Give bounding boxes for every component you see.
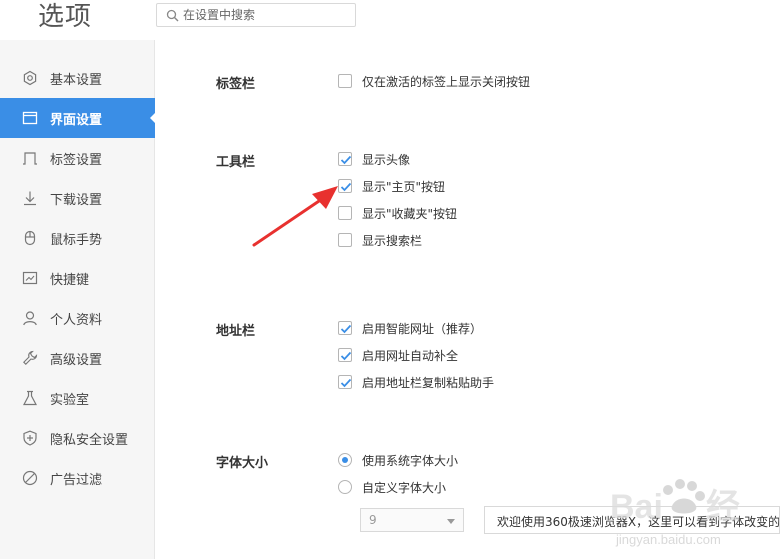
download-icon — [24, 191, 36, 206]
font-size-value: 9 — [369, 513, 377, 527]
sidebar-item-adblock[interactable]: 广告过滤 — [0, 458, 155, 498]
flask-icon — [23, 390, 37, 406]
sidebar-item-lab[interactable]: 实验室 — [0, 378, 155, 418]
section-label-addressbar: 地址栏 — [216, 324, 256, 339]
option-copy-paste-helper[interactable]: 启用地址栏复制粘贴助手 — [338, 373, 494, 391]
sidebar-item-label: 鼠标手势 — [50, 232, 103, 248]
option-custom-font-size[interactable]: 自定义字体大小 — [338, 478, 446, 496]
checkbox-checked[interactable] — [338, 375, 352, 389]
wrench-icon — [23, 350, 38, 365]
sidebar-item-label: 界面设置 — [50, 112, 103, 128]
option-label: 使用系统字体大小 — [362, 453, 459, 468]
option-label: 启用地址栏复制粘贴助手 — [362, 375, 495, 390]
checkbox-checked[interactable] — [338, 152, 352, 166]
check-icon — [340, 378, 352, 388]
option-show-favorites-button[interactable]: 显示"收藏夹"按钮 — [338, 204, 457, 222]
checkbox-checked[interactable] — [338, 348, 352, 362]
sidebar-item-basic[interactable]: 基本设置 — [0, 58, 155, 98]
sidebar-item-tabs[interactable]: 标签设置 — [0, 138, 155, 178]
mouse-icon — [24, 230, 36, 246]
radio-selected[interactable] — [338, 453, 352, 467]
tab-icon — [23, 152, 37, 165]
sidebar-item-label: 广告过滤 — [50, 472, 103, 488]
checkbox-unchecked[interactable] — [338, 206, 352, 220]
option-label: 显示搜索栏 — [362, 233, 423, 248]
sidebar-item-interface[interactable]: 界面设置 — [0, 98, 156, 138]
sidebar-item-shortcuts[interactable]: 快捷键 — [0, 258, 155, 298]
option-system-font-size[interactable]: 使用系统字体大小 — [338, 451, 458, 469]
section-label-tabbar: 标签栏 — [216, 77, 256, 92]
option-show-home-button[interactable]: 显示"主页"按钮 — [338, 177, 445, 195]
sidebar-item-label: 实验室 — [50, 392, 90, 408]
option-label: 显示"主页"按钮 — [362, 179, 446, 194]
sidebar-item-label: 基本设置 — [50, 72, 103, 88]
sidebar-item-label: 高级设置 — [50, 352, 103, 368]
font-preview-text: 欢迎使用360极速浏览器X，这里可以看到字体改变的效 — [497, 515, 780, 529]
page-title: 选项 — [38, 2, 93, 32]
sidebar-item-advanced[interactable]: 高级设置 — [0, 338, 155, 378]
chevron-down-icon — [447, 519, 455, 524]
search-input[interactable] — [183, 6, 351, 24]
check-icon — [340, 182, 352, 192]
font-preview-box: 欢迎使用360极速浏览器X，这里可以看到字体改变的效 — [484, 506, 780, 534]
sidebar-item-profile[interactable]: 个人资料 — [0, 298, 155, 338]
option-show-search-bar[interactable]: 显示搜索栏 — [338, 231, 422, 249]
sidebar-item-download[interactable]: 下载设置 — [0, 178, 155, 218]
option-label: 显示"收藏夹"按钮 — [362, 206, 458, 221]
font-size-select[interactable]: 9 — [360, 508, 464, 532]
settings-content: 标签栏 仅在激活的标签上显示关闭按钮 工具栏 显示头像 显示"主页"按钮 显示"… — [156, 40, 780, 559]
section-label-fontsize: 字体大小 — [216, 456, 269, 471]
gear-icon — [23, 70, 37, 86]
keyboard-icon — [22, 271, 38, 285]
option-label: 显示头像 — [362, 152, 411, 167]
checkbox-unchecked[interactable] — [338, 74, 352, 88]
option-label: 启用网址自动补全 — [362, 348, 459, 363]
sidebar-item-label: 快捷键 — [50, 272, 90, 288]
search-box[interactable] — [156, 3, 356, 27]
option-label: 自定义字体大小 — [362, 480, 447, 495]
sidebar-item-label: 下载设置 — [50, 192, 103, 208]
option-label: 仅在激活的标签上显示关闭按钮 — [362, 74, 531, 89]
check-icon — [340, 324, 352, 334]
block-icon — [22, 470, 38, 486]
checkbox-checked[interactable] — [338, 321, 352, 335]
sidebar-item-privacy[interactable]: 隐私安全设置 — [0, 418, 155, 458]
check-icon — [340, 351, 352, 361]
checkbox-unchecked[interactable] — [338, 233, 352, 247]
check-icon — [340, 155, 352, 165]
option-close-on-active-tab[interactable]: 仅在激活的标签上显示关闭按钮 — [338, 72, 530, 90]
search-icon — [166, 9, 179, 22]
window-icon — [22, 111, 38, 125]
section-label-toolbar: 工具栏 — [216, 155, 256, 170]
shield-icon — [23, 430, 37, 446]
sidebar-item-label: 标签设置 — [50, 152, 103, 168]
radio-unselected[interactable] — [338, 480, 352, 494]
sidebar-item-label: 隐私安全设置 — [50, 432, 129, 448]
user-icon — [23, 311, 37, 326]
option-show-avatar[interactable]: 显示头像 — [338, 150, 410, 168]
option-smart-url[interactable]: 启用智能网址（推荐） — [338, 319, 482, 337]
option-url-autocomplete[interactable]: 启用网址自动补全 — [338, 346, 458, 364]
sidebar-item-mouse-gesture[interactable]: 鼠标手势 — [0, 218, 155, 258]
sidebar: 基本设置 界面设置 标签设置 下载设置 鼠标手势 快捷键 个人资料 高级设置 实… — [0, 40, 156, 559]
sidebar-item-label: 个人资料 — [50, 312, 103, 328]
option-label: 启用智能网址（推荐） — [362, 321, 483, 336]
header: 选项 — [0, 0, 780, 40]
checkbox-checked[interactable] — [338, 179, 352, 193]
